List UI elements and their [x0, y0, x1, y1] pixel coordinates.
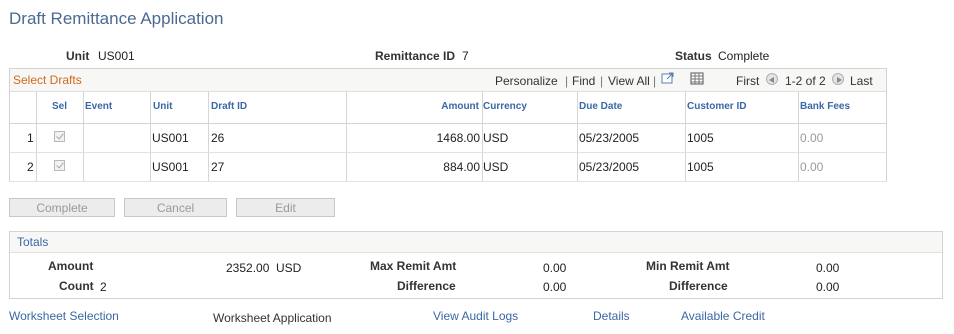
cell-bank-fees: 0.00	[800, 131, 824, 145]
grid-header-bar: Select Drafts Personalize | Find | View …	[10, 69, 886, 92]
col-due-date[interactable]: Due Date	[579, 101, 622, 112]
row-number: 1	[27, 131, 34, 145]
grid-title: Select Drafts	[13, 73, 82, 87]
col-customer-id[interactable]: Customer ID	[687, 101, 746, 112]
col-bank-fees[interactable]: Bank Fees	[800, 101, 850, 112]
worksheet-selection-link[interactable]: Worksheet Selection	[9, 309, 119, 323]
column-header-row: Sel Event Unit Draft ID Amount Currency …	[10, 91, 886, 124]
cell-draft-id: 27	[211, 160, 225, 174]
col-draft-id[interactable]: Draft ID	[211, 101, 247, 112]
cell-currency: USD	[483, 160, 509, 174]
col-currency[interactable]: Currency	[483, 101, 527, 112]
cell-bank-fees: 0.00	[800, 160, 824, 174]
cancel-button[interactable]: Cancel	[124, 198, 227, 217]
count-value: 2	[100, 280, 107, 294]
grid-view-icon[interactable]	[690, 72, 704, 88]
cell-due-date: 05/23/2005	[579, 160, 640, 174]
view-all-link[interactable]: View All	[608, 74, 650, 88]
totals-panel: Totals	[9, 231, 943, 299]
details-link[interactable]: Details	[593, 309, 630, 323]
select-checkbox[interactable]	[54, 131, 65, 142]
worksheet-application-label: Worksheet Application	[213, 311, 332, 325]
count-label: Count	[59, 279, 94, 293]
find-link[interactable]: Find	[572, 74, 595, 88]
edit-button[interactable]: Edit	[236, 198, 335, 217]
row-number: 2	[27, 160, 34, 174]
cell-draft-id: 26	[211, 131, 225, 145]
max-remit-label: Max Remit Amt	[370, 259, 457, 273]
row-range: 1-2 of 2	[785, 74, 826, 88]
cell-currency: USD	[483, 131, 509, 145]
status-label: Status	[675, 49, 712, 63]
nav-separator: |	[600, 74, 604, 88]
amount-label: Amount	[48, 259, 94, 273]
cell-customer-id: 1005	[687, 131, 714, 145]
min-remit-label: Min Remit Amt	[646, 259, 730, 273]
personalize-link[interactable]: Personalize	[495, 74, 558, 88]
unit-label: Unit	[66, 49, 90, 63]
remittance-id-value: 7	[462, 49, 469, 63]
cell-customer-id: 1005	[687, 160, 714, 174]
totals-title: Totals	[17, 235, 49, 249]
table-row: 1 US001 26 1468.00 USD 05/23/2005 1005 0…	[10, 124, 886, 153]
nav-separator: |	[565, 74, 569, 88]
difference2-label: Difference	[669, 279, 728, 293]
cell-unit: US001	[152, 131, 189, 145]
complete-button[interactable]: Complete	[9, 198, 115, 217]
col-event[interactable]: Event	[85, 101, 112, 112]
difference2-value: 0.00	[816, 280, 840, 294]
col-amount[interactable]: Amount	[441, 101, 479, 112]
cell-amount: 884.00	[443, 160, 480, 174]
max-remit-value: 0.00	[543, 261, 567, 275]
difference-value: 0.00	[543, 280, 567, 294]
col-sel[interactable]: Sel	[52, 101, 67, 112]
nav-separator: |	[653, 74, 657, 88]
previous-icon[interactable]	[766, 73, 778, 85]
select-drafts-grid: Select Drafts Personalize | Find | View …	[9, 68, 887, 182]
last-label: Last	[850, 74, 873, 88]
status-value: Complete	[718, 49, 770, 63]
available-credit-link[interactable]: Available Credit	[681, 309, 765, 323]
col-unit[interactable]: Unit	[153, 101, 172, 112]
first-label: First	[736, 74, 760, 88]
difference-label: Difference	[397, 279, 456, 293]
amount-currency: USD	[276, 261, 302, 275]
amount-value: 2352.00	[226, 261, 270, 275]
view-audit-logs-link[interactable]: View Audit Logs	[433, 309, 518, 323]
table-row: 2 US001 27 884.00 USD 05/23/2005 1005 0.…	[10, 153, 886, 182]
remittance-id-label: Remittance ID	[375, 49, 456, 63]
download-icon[interactable]	[661, 72, 675, 88]
select-checkbox[interactable]	[54, 160, 65, 171]
cell-amount: 1468.00	[436, 131, 480, 145]
cell-unit: US001	[152, 160, 189, 174]
next-icon[interactable]	[832, 73, 844, 85]
cell-due-date: 05/23/2005	[579, 131, 640, 145]
min-remit-value: 0.00	[816, 261, 840, 275]
page-title: Draft Remittance Application	[9, 9, 224, 28]
totals-header: Totals	[10, 232, 942, 253]
unit-value: US001	[98, 49, 135, 63]
